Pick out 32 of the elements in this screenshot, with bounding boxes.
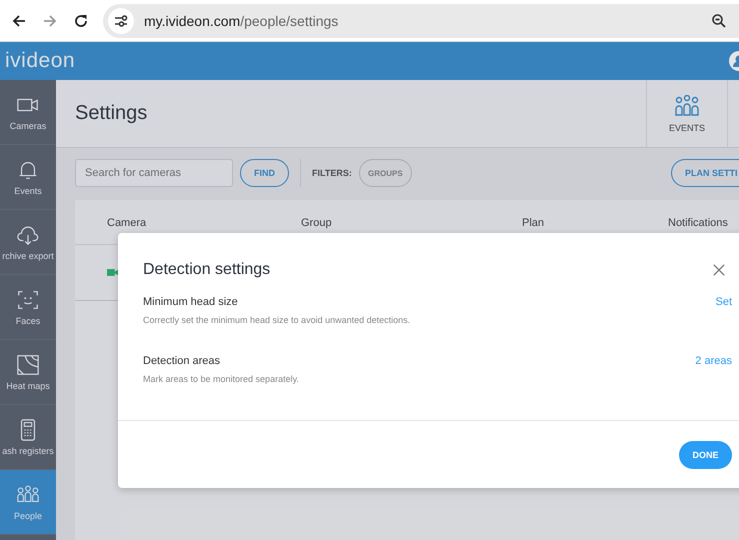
- back-icon[interactable]: [11, 12, 27, 28]
- done-button[interactable]: DONE: [679, 440, 732, 468]
- filter-chip[interactable]: GROUPS: [358, 159, 412, 187]
- setting-title: Minimum head size: [143, 296, 239, 308]
- column-header: Group: [301, 217, 333, 229]
- find-button[interactable]: FIND: [240, 159, 289, 187]
- people-icon: [674, 94, 700, 116]
- plan-settings-button[interactable]: PLAN SETTI: [671, 159, 739, 187]
- filters-label: FILTERS:: [312, 168, 352, 178]
- dialog-title: Detection settings: [143, 261, 270, 279]
- setting-description: Correctly set the minimum head size to avoid unwanted detections.: [143, 315, 410, 325]
- forward-icon[interactable]: [42, 12, 58, 28]
- column-header: Notifications: [668, 217, 728, 229]
- column-header: Camera: [107, 217, 148, 229]
- address-bar[interactable]: my.ivideon.com/people/settings: [103, 4, 739, 38]
- events-tab[interactable]: EVENTS: [646, 80, 727, 147]
- setting-link[interactable]: 2 areas: [695, 355, 732, 397]
- setting-link[interactable]: Set: [715, 296, 732, 338]
- zoom-icon[interactable]: [711, 12, 727, 28]
- logo[interactable]: ivideon: [0, 49, 76, 73]
- reload-icon[interactable]: [73, 12, 89, 28]
- setting-description: Mark areas to be monitored separately.: [143, 374, 299, 384]
- site-info-icon[interactable]: [108, 8, 134, 34]
- face-icon: [16, 288, 40, 312]
- page-title: Settings: [75, 102, 148, 125]
- search-field[interactable]: Search for cameras: [75, 159, 233, 187]
- map-icon: [16, 353, 40, 377]
- close-icon[interactable]: [713, 264, 725, 276]
- url-text: my.ivideon.com/people/settings: [144, 12, 340, 28]
- column-header: Plan: [522, 217, 546, 229]
- sidebar-item[interactable]: People: [0, 470, 56, 535]
- setting-title: Detection areas: [143, 355, 222, 367]
